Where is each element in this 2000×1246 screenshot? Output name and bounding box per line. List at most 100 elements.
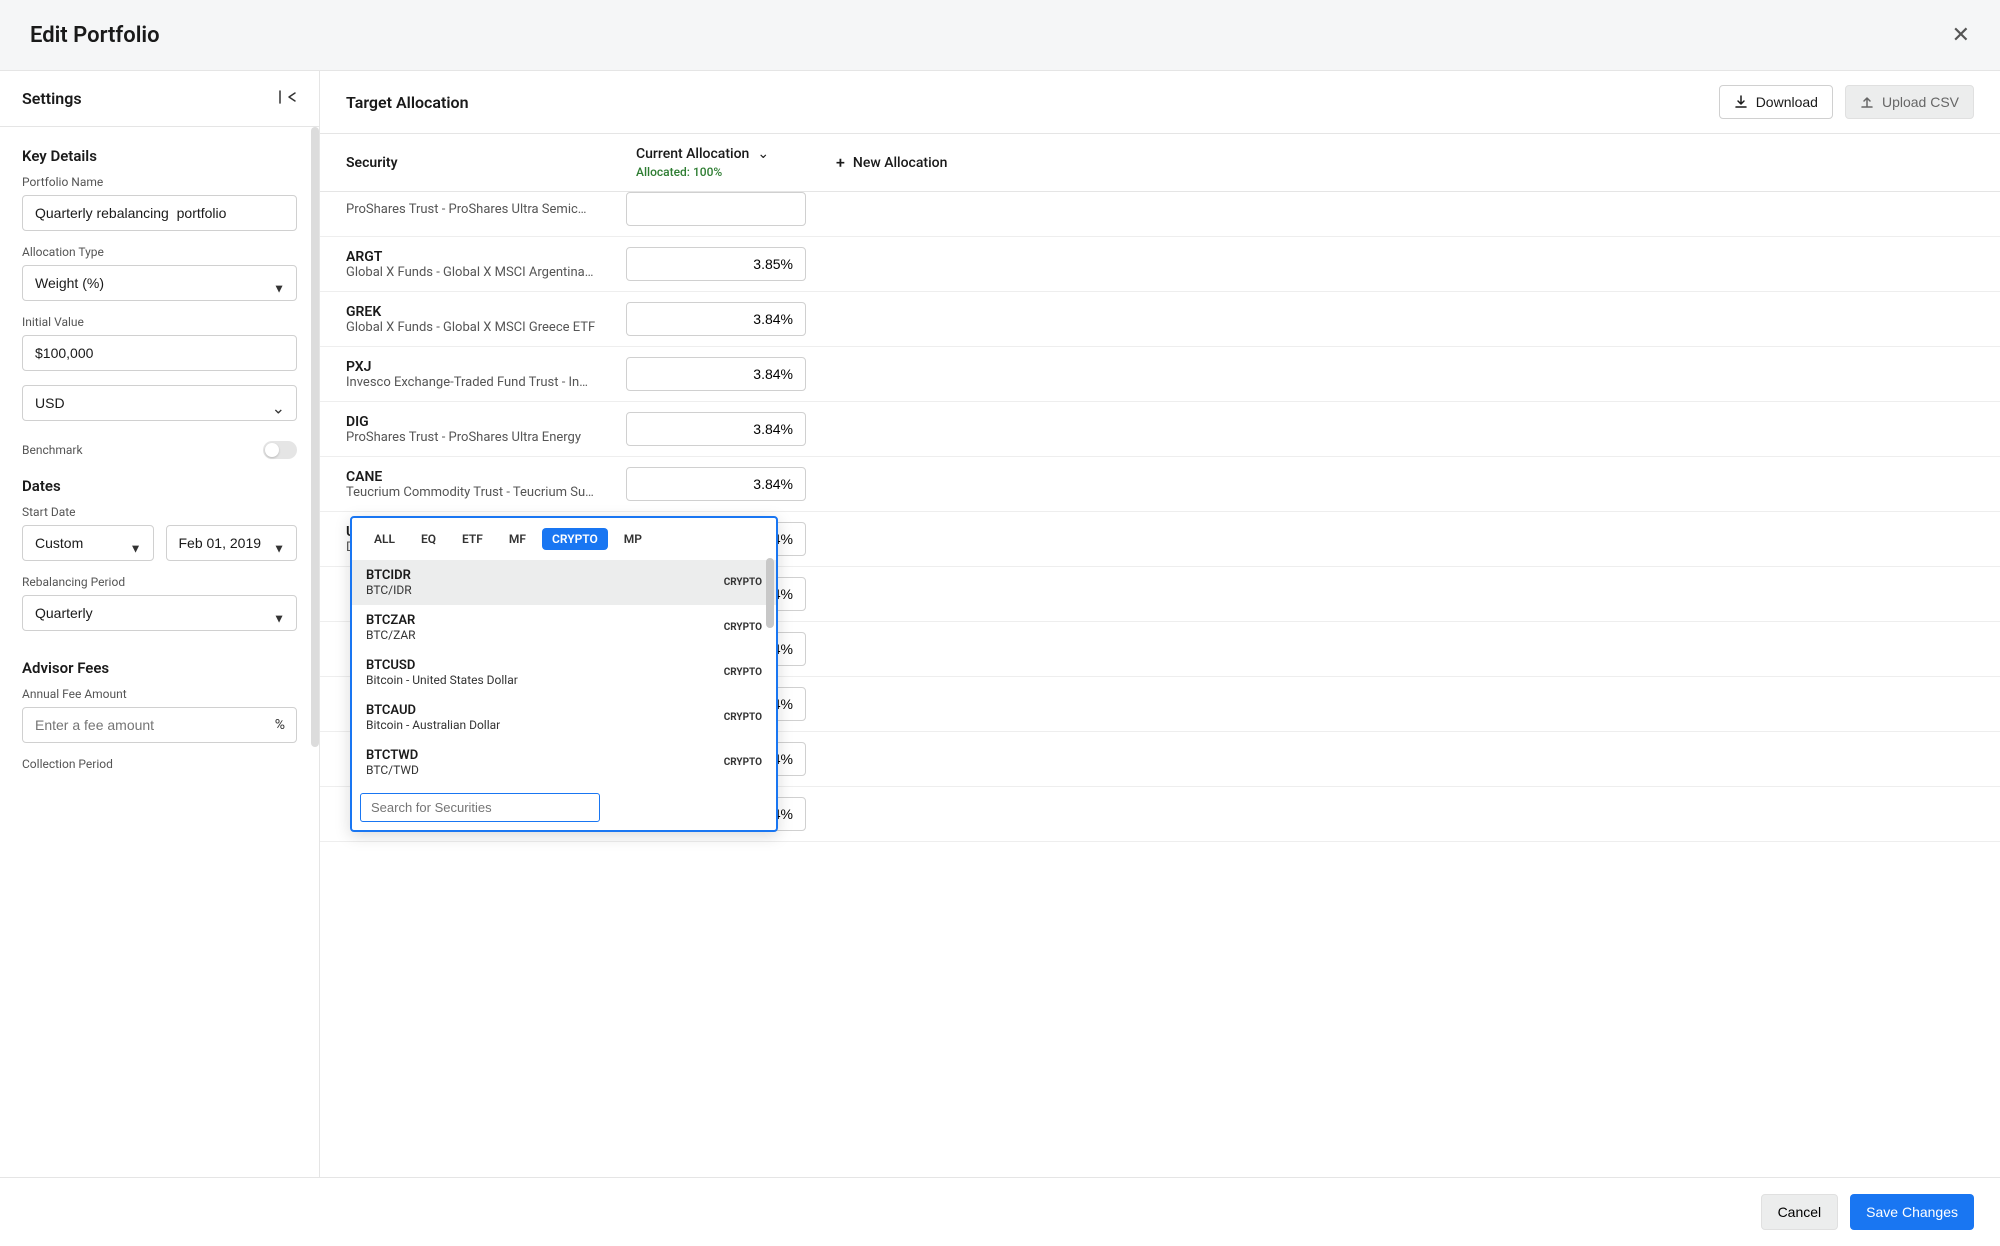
settings-header: Settings: [0, 71, 319, 127]
filter-pill-mf[interactable]: MF: [499, 528, 536, 550]
currency-select[interactable]: [22, 385, 297, 421]
search-result-row[interactable]: BTCZAR BTC/ZAR CRYPTO: [352, 605, 776, 650]
collapse-sidebar-button[interactable]: [279, 90, 297, 107]
settings-title: Settings: [22, 89, 82, 108]
search-result-row[interactable]: BTCAUD Bitcoin - Australian Dollar CRYPT…: [352, 695, 776, 740]
table-row: PXJ Invesco Exchange-Traded Fund Trust -…: [320, 347, 2000, 402]
collection-period-label: Collection Period: [22, 757, 297, 771]
security-name: Invesco Exchange-Traded Fund Trust - In…: [346, 375, 606, 390]
search-result-badge: CRYPTO: [724, 757, 762, 768]
search-result-row[interactable]: BTCTWD BTC/TWD CRYPTO: [352, 740, 776, 785]
search-result-name: Bitcoin - United States Dollar: [366, 673, 518, 687]
target-allocation-title: Target Allocation: [346, 93, 469, 112]
search-filter-row: ALL EQ ETF MF CRYPTO MP: [352, 518, 776, 560]
search-result-row[interactable]: BTCIDR BTC/IDR CRYPTO: [352, 560, 776, 605]
close-button[interactable]: ✕: [1952, 22, 1970, 48]
allocation-input[interactable]: [626, 412, 806, 446]
annual-fee-input[interactable]: [22, 707, 297, 743]
security-cell: DIG ProShares Trust - ProShares Ultra En…: [346, 414, 606, 445]
security-column-header: Security: [346, 155, 616, 171]
security-cell: ARGT Global X Funds - Global X MSCI Arge…: [346, 249, 606, 280]
allocation-input[interactable]: [626, 192, 806, 226]
table-header: Security Current Allocation ⌄ Allocated:…: [320, 134, 2000, 192]
filter-pill-etf[interactable]: ETF: [452, 528, 493, 550]
cancel-button[interactable]: Cancel: [1761, 1194, 1839, 1230]
close-icon: ✕: [1952, 22, 1970, 47]
filter-pill-crypto[interactable]: CRYPTO: [542, 528, 608, 550]
download-button[interactable]: Download: [1719, 85, 1833, 119]
security-cell: PXJ Invesco Exchange-Traded Fund Trust -…: [346, 359, 606, 390]
upload-label: Upload CSV: [1882, 94, 1959, 110]
settings-scroll[interactable]: Key Details Portfolio Name Allocation Ty…: [0, 127, 319, 807]
table-row: DIG ProShares Trust - ProShares Ultra En…: [320, 402, 2000, 457]
allocation-input[interactable]: [626, 302, 806, 336]
allocation-type-label: Allocation Type: [22, 245, 297, 259]
dates-title: Dates: [22, 477, 297, 495]
current-allocation-label: Current Allocation: [636, 146, 749, 162]
header-actions: Download Upload CSV: [1719, 85, 1974, 119]
table-row: GREK Global X Funds - Global X MSCI Gree…: [320, 292, 2000, 347]
allocation-input[interactable]: [626, 247, 806, 281]
rebalancing-period-select[interactable]: [22, 595, 297, 631]
advisor-fees-title: Advisor Fees: [22, 659, 297, 677]
search-result-name: BTC/ZAR: [366, 628, 416, 642]
initial-value-input[interactable]: [22, 335, 297, 371]
modal-header: Edit Portfolio ✕: [0, 0, 2000, 71]
security-name: Teucrium Commodity Trust - Teucrium Su…: [346, 485, 606, 500]
search-result-ticker: BTCAUD: [366, 703, 500, 718]
search-result-badge: CRYPTO: [724, 667, 762, 678]
upload-csv-button[interactable]: Upload CSV: [1845, 85, 1974, 119]
table-row: ProShares Trust - ProShares Ultra Semic…: [320, 192, 2000, 237]
search-result-info: BTCUSD Bitcoin - United States Dollar: [366, 658, 518, 687]
security-ticker: ARGT: [346, 249, 606, 265]
security-ticker: DIG: [346, 414, 606, 430]
security-ticker: CANE: [346, 469, 606, 485]
table-row: CANE Teucrium Commodity Trust - Teucrium…: [320, 457, 2000, 512]
sidebar-scrollbar[interactable]: [311, 127, 319, 747]
search-result-badge: CRYPTO: [724, 712, 762, 723]
security-ticker: GREK: [346, 304, 606, 320]
search-result-name: BTC/IDR: [366, 583, 412, 597]
search-result-name: Bitcoin - Australian Dollar: [366, 718, 500, 732]
chevron-down-icon: ⌄: [757, 146, 769, 162]
current-allocation-column-header[interactable]: Current Allocation ⌄ Allocated: 100%: [636, 146, 816, 179]
start-date-mode-select[interactable]: [22, 525, 154, 561]
download-label: Download: [1756, 94, 1818, 110]
security-name: Global X Funds - Global X MSCI Greece ET…: [346, 320, 606, 335]
search-results-list[interactable]: BTCIDR BTC/IDR CRYPTO BTCZAR BTC/ZAR CRY…: [352, 560, 776, 785]
allocation-input[interactable]: [626, 357, 806, 391]
search-result-ticker: BTCTWD: [366, 748, 419, 763]
benchmark-label: Benchmark: [22, 443, 83, 457]
portfolio-name-input[interactable]: [22, 195, 297, 231]
modal-body: Settings Key Details Portfolio Name Allo…: [0, 71, 2000, 1177]
filter-pill-mp[interactable]: MP: [614, 528, 652, 550]
percent-icon: %: [275, 717, 285, 733]
search-result-badge: CRYPTO: [724, 577, 762, 588]
allocation-input[interactable]: [626, 467, 806, 501]
main-header: Target Allocation Download Upload CSV: [320, 71, 2000, 134]
filter-pill-all[interactable]: ALL: [364, 528, 405, 550]
table-row: ARGT Global X Funds - Global X MSCI Arge…: [320, 237, 2000, 292]
key-details-title: Key Details: [22, 147, 297, 165]
search-result-info: BTCTWD BTC/TWD: [366, 748, 419, 777]
security-ticker: PXJ: [346, 359, 606, 375]
annual-fee-label: Annual Fee Amount: [22, 687, 297, 701]
collapse-icon: [279, 90, 297, 104]
benchmark-toggle[interactable]: [263, 441, 297, 459]
search-scrollbar[interactable]: [766, 558, 774, 628]
new-allocation-button[interactable]: + New Allocation: [836, 153, 947, 172]
search-result-badge: CRYPTO: [724, 622, 762, 633]
search-result-ticker: BTCZAR: [366, 613, 416, 628]
security-name: Global X Funds - Global X MSCI Argentina…: [346, 265, 606, 280]
filter-pill-eq[interactable]: EQ: [411, 528, 446, 550]
upload-icon: [1860, 95, 1874, 109]
search-result-row[interactable]: BTCUSD Bitcoin - United States Dollar CR…: [352, 650, 776, 695]
security-search-input[interactable]: [360, 793, 600, 822]
allocation-type-select[interactable]: [22, 265, 297, 301]
rebalancing-period-label: Rebalancing Period: [22, 575, 297, 589]
save-changes-button[interactable]: Save Changes: [1850, 1194, 1974, 1230]
start-date-picker[interactable]: [166, 525, 298, 561]
modal-footer: Cancel Save Changes: [0, 1177, 2000, 1246]
security-name: ProShares Trust - ProShares Ultra Energy: [346, 430, 606, 445]
modal-title: Edit Portfolio: [30, 23, 160, 48]
